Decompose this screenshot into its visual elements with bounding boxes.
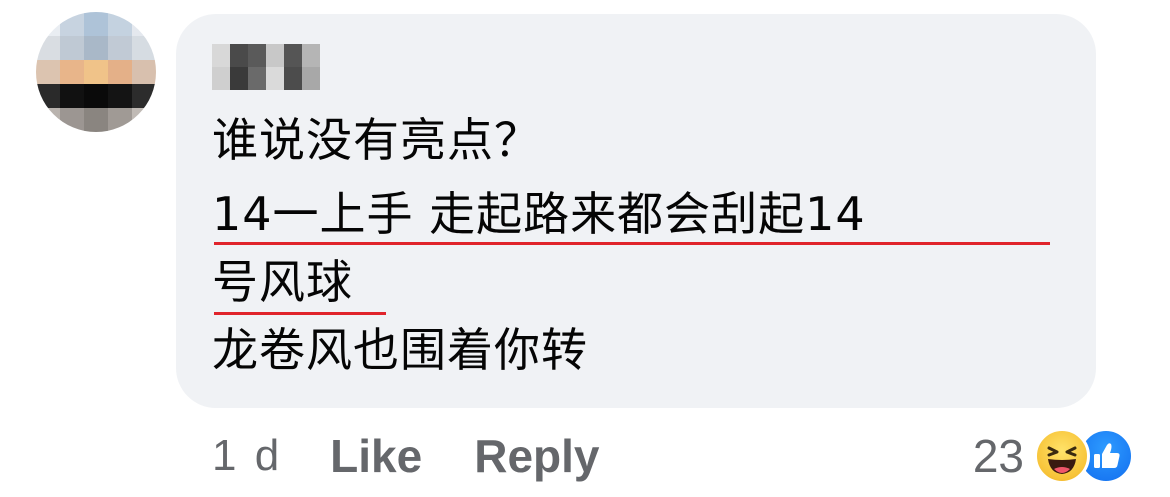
- comment-author-name[interactable]: [212, 44, 320, 90]
- comment-text-line: 谁说没有亮点？: [212, 113, 541, 167]
- like-button[interactable]: Like: [330, 429, 422, 483]
- comment-actions: 1 d Like Reply: [212, 426, 599, 486]
- reply-button[interactable]: Reply: [474, 429, 599, 483]
- reaction-count: 23: [972, 430, 1024, 482]
- comment-text-line: 号风球: [212, 255, 353, 309]
- haha-icon: [1034, 428, 1090, 484]
- highlight-underline: [214, 312, 386, 315]
- reactions-summary[interactable]: 23: [973, 426, 1134, 486]
- avatar[interactable]: [36, 12, 156, 132]
- comment-text-line: 14一上手 走起路来都会刮起14: [212, 187, 866, 241]
- comment-timestamp[interactable]: 1 d: [212, 431, 282, 481]
- comment-text-line: 龙卷风也围着你转: [212, 323, 588, 377]
- highlight-underline: [214, 242, 1050, 245]
